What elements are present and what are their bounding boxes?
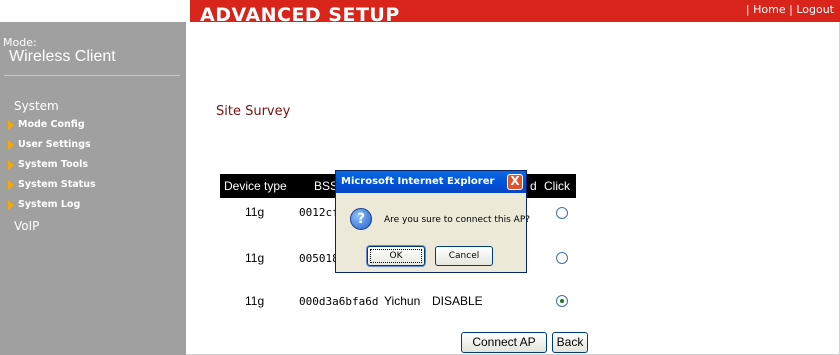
sidebar-item-label: System Tools bbox=[18, 159, 89, 170]
cell-device-type: 11g bbox=[245, 294, 265, 308]
row-select-radio[interactable] bbox=[556, 295, 568, 307]
arrow-right-icon bbox=[8, 120, 14, 130]
top-bar: ADVANCED SETUP | Home | Logout bbox=[0, 0, 840, 26]
column-header-encryption: d bbox=[530, 179, 537, 193]
cell-device-type: 11g bbox=[245, 251, 265, 265]
home-link[interactable]: Home bbox=[753, 3, 785, 16]
close-icon[interactable]: X bbox=[507, 174, 523, 190]
sidebar-nav: Mode Config User Settings System Tools S… bbox=[8, 118, 96, 218]
cell-bssid: 0012cf bbox=[299, 206, 339, 219]
dialog-message: Are you sure to connect this AP? bbox=[384, 215, 531, 225]
cell-ssid: Yichun bbox=[384, 294, 421, 308]
cell-encryption: DISABLE bbox=[432, 294, 483, 308]
column-header-click: Click bbox=[544, 179, 570, 193]
connect-ap-button[interactable]: Connect AP bbox=[461, 332, 547, 353]
arrow-right-icon bbox=[8, 160, 14, 170]
sidebar-item-label: User Settings bbox=[18, 139, 91, 150]
sidebar-item-system-log[interactable]: System Log bbox=[8, 198, 96, 218]
top-links: | Home | Logout bbox=[746, 3, 834, 17]
arrow-right-icon bbox=[8, 180, 14, 190]
page-header-title: ADVANCED SETUP bbox=[200, 4, 400, 26]
sidebar-item-label: Mode Config bbox=[18, 119, 85, 130]
sidebar-item-system-tools[interactable]: System Tools bbox=[8, 158, 96, 178]
cancel-button[interactable]: Cancel bbox=[435, 246, 493, 266]
page-title: Site Survey bbox=[216, 104, 291, 119]
back-button[interactable]: Back bbox=[552, 332, 588, 353]
mode-value: Wireless Client bbox=[9, 48, 116, 65]
arrow-right-icon bbox=[8, 200, 14, 210]
sidebar-item-mode-config[interactable]: Mode Config bbox=[8, 118, 96, 138]
dialog-title: Microsoft Internet Explorer bbox=[341, 176, 495, 187]
sidebar-heading-system: System bbox=[14, 99, 59, 113]
sidebar-divider bbox=[4, 75, 180, 76]
cell-bssid: 005018 bbox=[299, 252, 339, 265]
cell-device-type: 11g bbox=[245, 205, 265, 219]
question-icon: ? bbox=[350, 208, 372, 230]
row-select-radio[interactable] bbox=[556, 207, 568, 219]
ok-button[interactable]: OK bbox=[367, 246, 425, 266]
row-select-radio[interactable] bbox=[556, 252, 568, 264]
dialog-titlebar[interactable]: Microsoft Internet Explorer X bbox=[336, 171, 526, 193]
sidebar-item-system-status[interactable]: System Status bbox=[8, 178, 96, 198]
sidebar-item-label: System Log bbox=[18, 199, 81, 210]
top-bar-spacer bbox=[0, 0, 190, 22]
logout-link[interactable]: Logout bbox=[796, 3, 834, 16]
arrow-right-icon bbox=[8, 140, 14, 150]
sidebar-item-user-settings[interactable]: User Settings bbox=[8, 138, 96, 158]
column-header-device-type: Device type bbox=[224, 179, 287, 193]
sidebar-item-label: System Status bbox=[18, 179, 96, 190]
separator: | bbox=[789, 3, 793, 16]
separator: | bbox=[745, 3, 750, 16]
cell-bssid: 000d3a6bfa6d bbox=[299, 295, 379, 308]
confirm-dialog: Microsoft Internet Explorer X ? Are you … bbox=[335, 170, 531, 273]
sidebar-heading-voip[interactable]: VoIP bbox=[14, 219, 39, 233]
